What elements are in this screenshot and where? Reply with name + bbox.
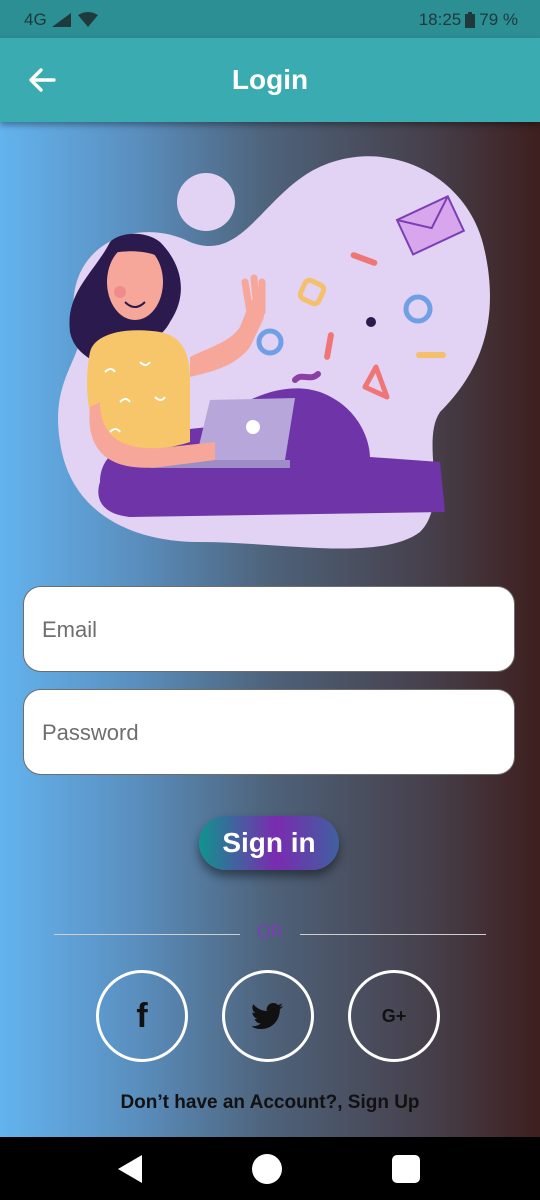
facebook-button[interactable]: f bbox=[96, 970, 188, 1062]
status-bar: 4G 18:25 79 % bbox=[0, 0, 540, 38]
login-content: Sign in OR f G+ Don’t have an Account?, … bbox=[0, 122, 540, 1137]
recents-square-icon[interactable] bbox=[388, 1151, 424, 1187]
page-title: Login bbox=[231, 64, 309, 95]
or-label: OR bbox=[256, 922, 284, 942]
password-field-container bbox=[23, 689, 515, 776]
twitter-icon bbox=[252, 1003, 283, 1029]
divider-left bbox=[54, 934, 240, 935]
woman-laptop-illustration bbox=[58, 156, 490, 549]
google-plus-button[interactable]: G+ bbox=[348, 970, 440, 1062]
password-input[interactable] bbox=[40, 690, 504, 776]
facebook-icon: f bbox=[136, 996, 148, 1035]
email-field-container bbox=[23, 586, 515, 673]
app-bar: Login bbox=[0, 38, 540, 122]
email-input[interactable] bbox=[40, 587, 504, 673]
navigation-bar bbox=[0, 1137, 540, 1200]
wifi-icon bbox=[77, 12, 98, 27]
battery-icon bbox=[465, 12, 476, 28]
google-plus-icon: G+ bbox=[381, 1005, 407, 1026]
back-triangle-icon[interactable] bbox=[112, 1151, 148, 1187]
clock: 18:25 bbox=[418, 10, 462, 29]
signin-button[interactable]: Sign in bbox=[199, 816, 339, 870]
network-type: 4G bbox=[24, 10, 47, 29]
signup-link[interactable]: Don’t have an Account?, Sign Up bbox=[0, 1092, 540, 1114]
status-left: 4G bbox=[24, 10, 99, 30]
signal-icon bbox=[51, 13, 71, 27]
twitter-button[interactable] bbox=[222, 970, 314, 1062]
divider-right bbox=[300, 934, 486, 935]
battery-percent: 79 % bbox=[479, 10, 518, 29]
home-circle-icon[interactable] bbox=[249, 1151, 285, 1187]
status-right: 18:25 79 % bbox=[419, 10, 518, 30]
